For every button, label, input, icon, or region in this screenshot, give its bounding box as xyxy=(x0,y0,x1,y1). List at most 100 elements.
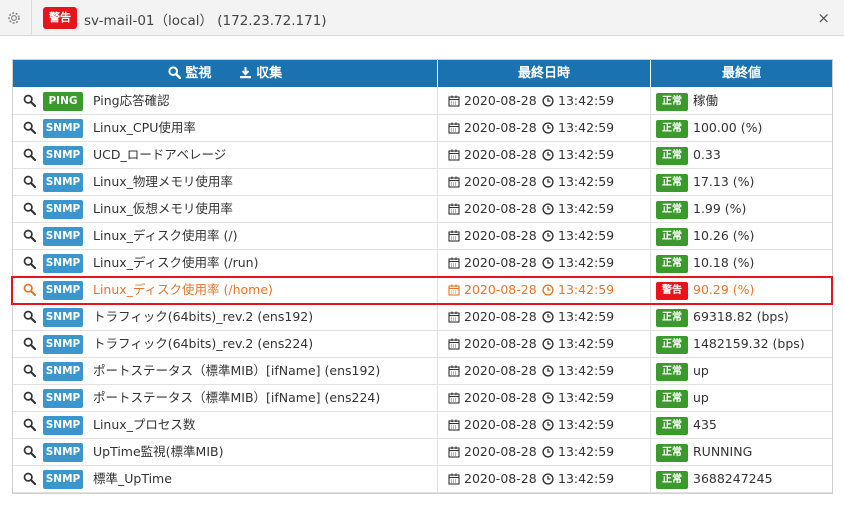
search-icon[interactable] xyxy=(23,391,36,404)
table-row[interactable]: SNMP Linux_物理メモリ使用率 2020-08-28 13:42:59 正常 17… xyxy=(13,169,832,196)
search-icon[interactable] xyxy=(23,445,36,458)
monitor-table: 監視 収集 最終日時 最終値 PING Ping応答確認 2020-08-28 13:… xyxy=(12,59,833,494)
monitor-type-badge: SNMP xyxy=(43,200,83,219)
table-body: PING Ping応答確認 2020-08-28 13:42:59 正常 稼働 SNMP Li… xyxy=(13,88,832,493)
search-icon[interactable] xyxy=(23,337,36,350)
last-date: 2020-08-28 xyxy=(464,120,537,135)
value-cell: 正常 435 xyxy=(651,412,832,438)
last-date: 2020-08-28 xyxy=(464,363,537,378)
monitor-type-badge: SNMP xyxy=(43,470,83,489)
search-icon[interactable] xyxy=(23,202,36,215)
search-icon[interactable] xyxy=(23,229,36,242)
table-row[interactable]: SNMP Linux_ディスク使用率 (/home) 2020-08-28 13:42… xyxy=(13,277,832,304)
table-row[interactable]: SNMP ポートステータス（標準MIB）[ifName] (ens192) 2020… xyxy=(13,358,832,385)
last-date: 2020-08-28 xyxy=(464,417,537,432)
table-row[interactable]: SNMP Linux_ディスク使用率 (/) 2020-08-28 13:42:59 正… xyxy=(13,223,832,250)
monitor-type-badge: SNMP xyxy=(43,362,83,381)
calendar-icon xyxy=(448,257,460,269)
search-icon[interactable] xyxy=(23,175,36,188)
search-icon[interactable] xyxy=(23,148,36,161)
last-time: 13:42:59 xyxy=(558,444,615,459)
search-icon[interactable] xyxy=(23,310,36,323)
last-value: RUNNING xyxy=(693,444,753,459)
search-icon[interactable] xyxy=(23,472,36,485)
datetime-cell: 2020-08-28 13:42:59 xyxy=(438,304,651,330)
monitor-cell: SNMP UpTime監視(標準MIB) xyxy=(13,439,438,465)
last-time: 13:42:59 xyxy=(558,201,615,216)
table-row[interactable]: SNMP トラフィック(64bits)_rev.2 (ens224) 2020-08… xyxy=(13,331,832,358)
last-date: 2020-08-28 xyxy=(464,255,537,270)
table-row[interactable]: SNMP Linux_ディスク使用率 (/run) 2020-08-28 13:42:… xyxy=(13,250,832,277)
status-badge: 正常 xyxy=(656,309,688,327)
table-row[interactable]: SNMP トラフィック(64bits)_rev.2 (ens192) 2020-08… xyxy=(13,304,832,331)
table-row[interactable]: SNMP Linux_CPU使用率 2020-08-28 13:42:59 正常 100.… xyxy=(13,115,832,142)
value-cell: 警告 90.29 (%) xyxy=(651,277,832,303)
monitor-cell: SNMP Linux_物理メモリ使用率 xyxy=(13,169,438,195)
gear-icon[interactable] xyxy=(6,10,22,26)
value-cell: 正常 1482159.32 (bps) xyxy=(651,331,832,357)
search-icon[interactable] xyxy=(23,364,36,377)
monitor-type-badge: SNMP xyxy=(43,119,83,138)
search-icon[interactable] xyxy=(23,94,36,107)
search-icon[interactable] xyxy=(23,256,36,269)
last-date: 2020-08-28 xyxy=(464,390,537,405)
calendar-icon xyxy=(448,122,460,134)
table-row[interactable]: SNMP UpTime監視(標準MIB) 2020-08-28 13:42:59 正常 R… xyxy=(13,439,832,466)
monitor-name: UpTime監視(標準MIB) xyxy=(93,444,224,459)
monitor-cell: PING Ping応答確認 xyxy=(13,88,438,114)
header-monitor-label[interactable]: 監視 xyxy=(185,66,211,81)
datetime-cell: 2020-08-28 13:42:59 xyxy=(438,466,651,492)
last-date: 2020-08-28 xyxy=(464,201,537,216)
monitor-name: Linux_ディスク使用率 (/) xyxy=(93,228,238,243)
last-date: 2020-08-28 xyxy=(464,228,537,243)
value-cell: 正常 10.18 (%) xyxy=(651,250,832,276)
last-date: 2020-08-28 xyxy=(464,93,537,108)
table-row[interactable]: SNMP Linux_仮想メモリ使用率 2020-08-28 13:42:59 正常 1.… xyxy=(13,196,832,223)
header-last-datetime: 最終日時 xyxy=(438,60,651,87)
last-time: 13:42:59 xyxy=(558,282,615,297)
datetime-cell: 2020-08-28 13:42:59 xyxy=(438,358,651,384)
alert-status-badge: 警告 xyxy=(43,7,77,29)
search-icon[interactable] xyxy=(23,418,36,431)
monitor-name: ポートステータス（標準MIB）[ifName] (ens224) xyxy=(93,390,381,405)
monitor-name: Linux_物理メモリ使用率 xyxy=(93,174,233,189)
search-icon[interactable] xyxy=(23,283,36,296)
clock-icon xyxy=(542,446,554,458)
status-badge: 警告 xyxy=(656,282,688,300)
last-value: 10.26 (%) xyxy=(693,228,755,243)
last-date: 2020-08-28 xyxy=(464,147,537,162)
clock-icon xyxy=(542,392,554,404)
table-header: 監視 収集 最終日時 最終値 xyxy=(13,60,832,87)
download-icon xyxy=(239,67,251,79)
table-row[interactable]: PING Ping応答確認 2020-08-28 13:42:59 正常 稼働 xyxy=(13,88,832,115)
status-badge: 正常 xyxy=(656,390,688,408)
datetime-cell: 2020-08-28 13:42:59 xyxy=(438,250,651,276)
clock-icon xyxy=(542,230,554,242)
calendar-icon xyxy=(448,419,460,431)
value-cell: 正常 RUNNING xyxy=(651,439,832,465)
table-row[interactable]: SNMP UCD_ロードアベレージ 2020-08-28 13:42:59 正常 0.33 xyxy=(13,142,832,169)
search-icon[interactable] xyxy=(23,121,36,134)
calendar-icon xyxy=(448,473,460,485)
monitor-cell: SNMP ポートステータス（標準MIB）[ifName] (ens192) xyxy=(13,358,438,384)
status-badge: 正常 xyxy=(656,201,688,219)
monitor-name: Linux_ディスク使用率 (/run) xyxy=(93,255,259,270)
monitor-cell: SNMP トラフィック(64bits)_rev.2 (ens224) xyxy=(13,331,438,357)
datetime-cell: 2020-08-28 13:42:59 xyxy=(438,223,651,249)
table-row[interactable]: SNMP ポートステータス（標準MIB）[ifName] (ens224) 2020… xyxy=(13,385,832,412)
clock-icon xyxy=(542,95,554,107)
clock-icon xyxy=(542,203,554,215)
table-row[interactable]: SNMP Linux_プロセス数 2020-08-28 13:42:59 正常 435 xyxy=(13,412,832,439)
status-badge: 正常 xyxy=(656,363,688,381)
last-value: 0.33 xyxy=(693,147,721,162)
last-value: 435 xyxy=(693,417,717,432)
header-last-value: 最終値 xyxy=(721,66,761,81)
window-titlebar: 警告 sv-mail-01（local） (172.23.72.171) × xyxy=(0,0,844,36)
last-date: 2020-08-28 xyxy=(464,336,537,351)
header-collect-label[interactable]: 収集 xyxy=(256,66,282,81)
calendar-icon xyxy=(448,365,460,377)
last-time: 13:42:59 xyxy=(558,147,615,162)
calendar-icon xyxy=(448,176,460,188)
table-row[interactable]: SNMP 標準_UpTime 2020-08-28 13:42:59 正常 3688247… xyxy=(13,466,832,493)
close-icon[interactable]: × xyxy=(817,9,830,27)
